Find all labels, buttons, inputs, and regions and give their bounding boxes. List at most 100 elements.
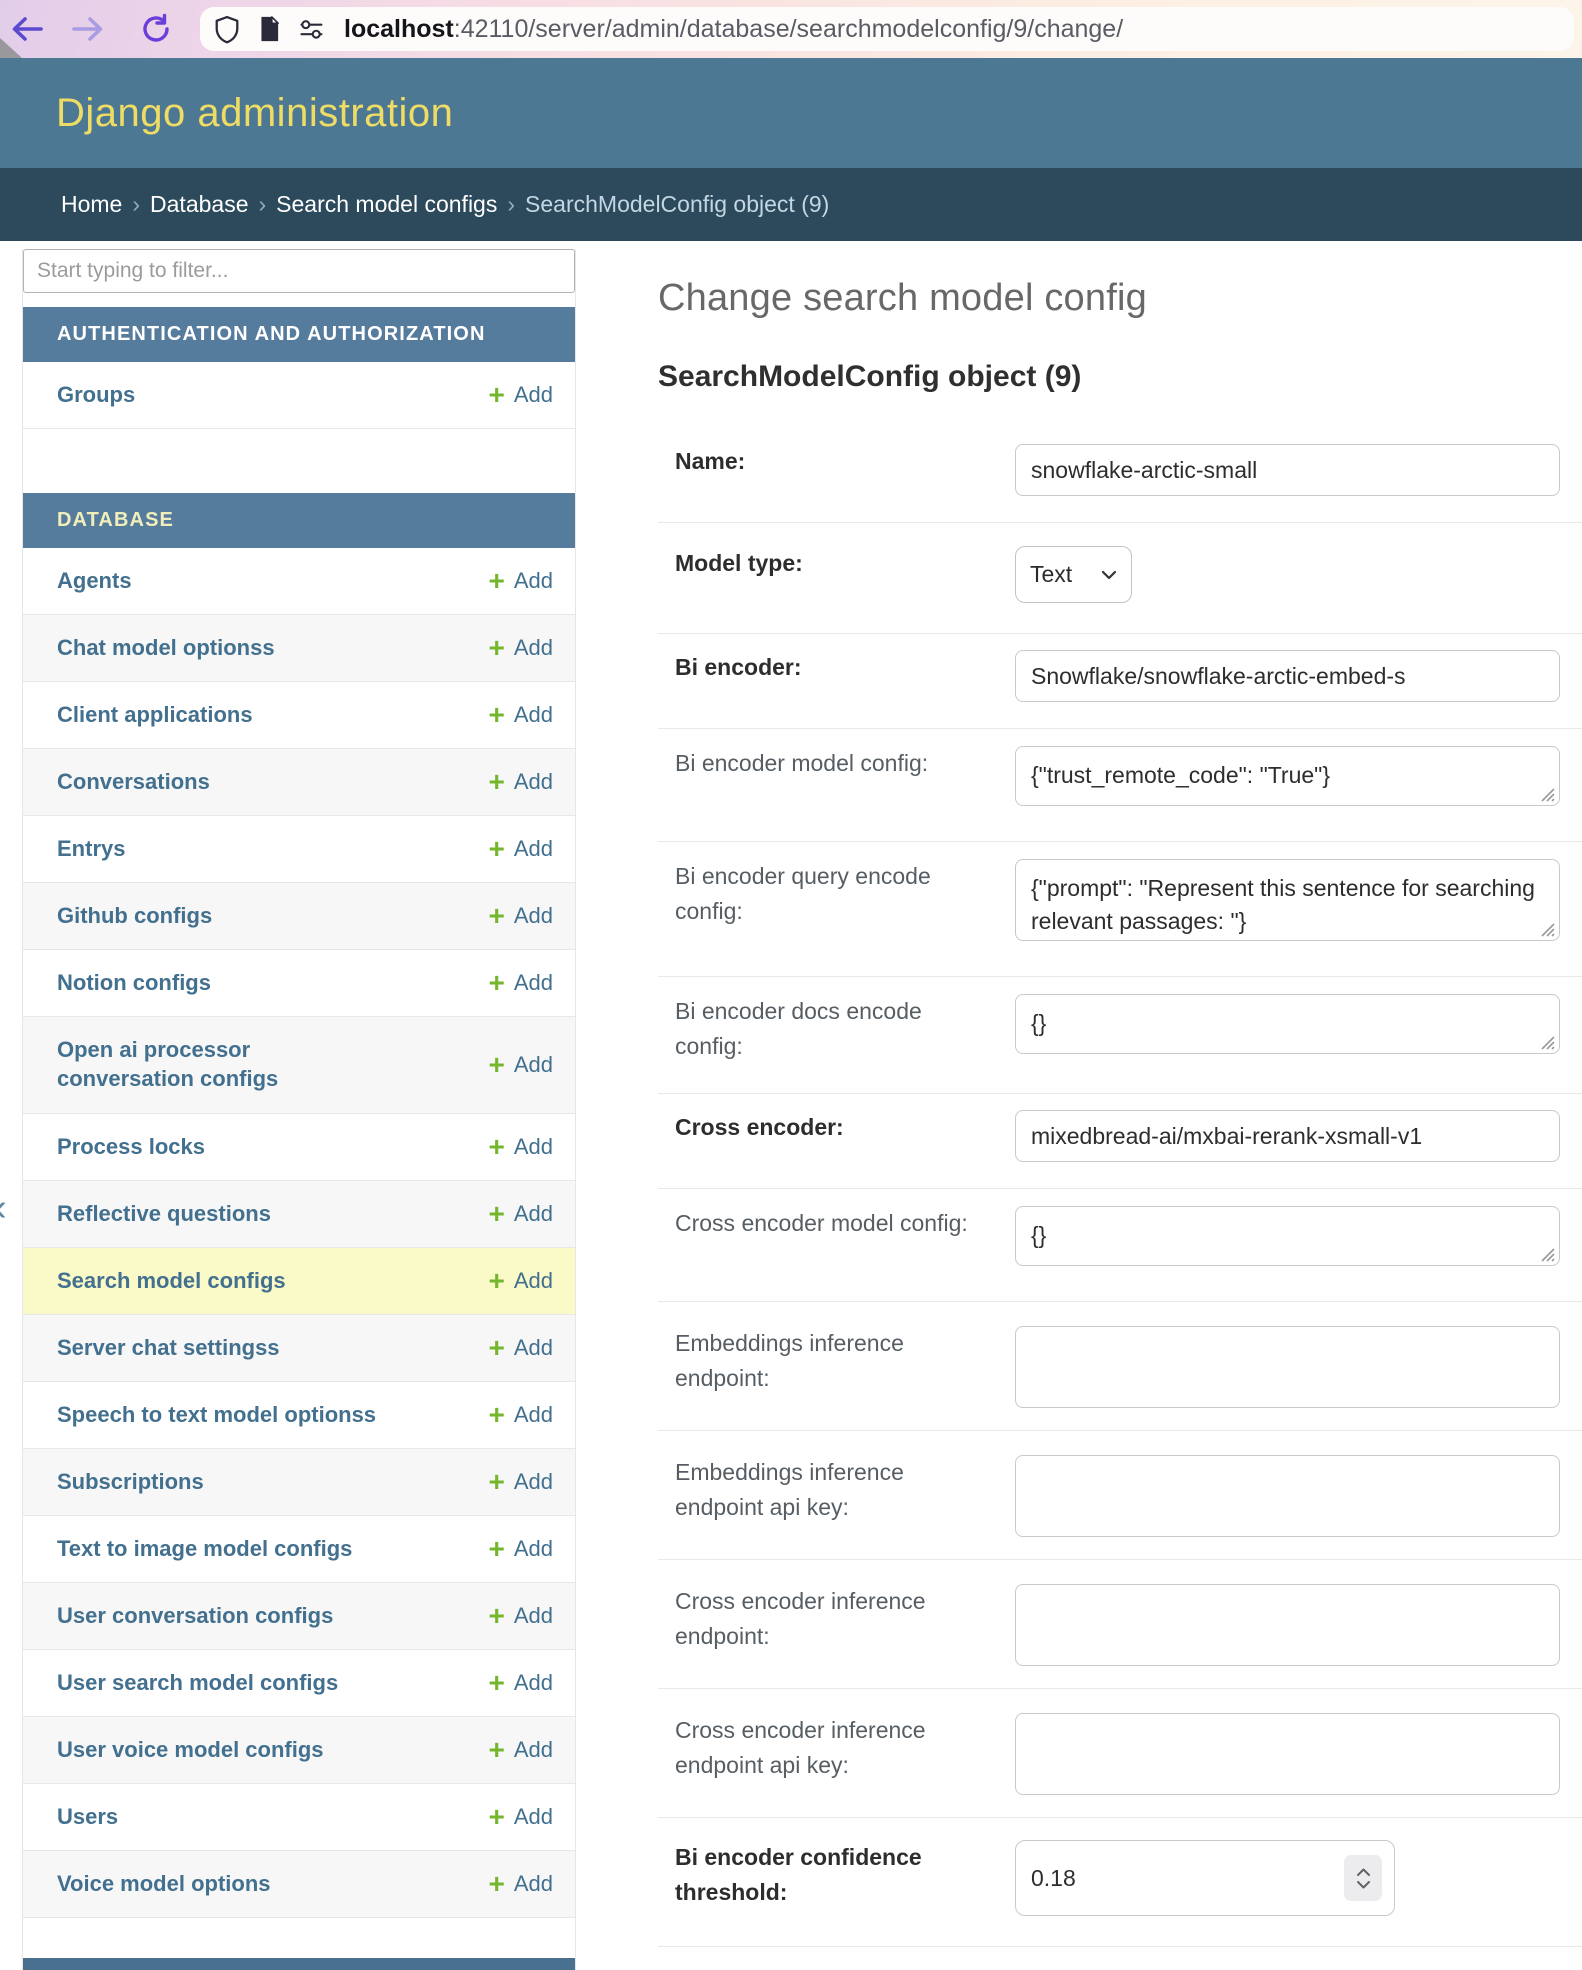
field-label: Cross encoder: xyxy=(675,1110,844,1145)
browser-forward-button[interactable] xyxy=(66,1,110,57)
sidebar-model-link[interactable]: Notion configs xyxy=(57,969,211,998)
page-title: Change search model config xyxy=(658,277,1582,320)
url-bar[interactable]: localhost:42110/server/admin/database/se… xyxy=(200,7,1574,51)
sidebar-model-row: Server chat settingss +Add xyxy=(23,1315,575,1382)
plus-icon: + xyxy=(488,1401,504,1429)
endpoint-input[interactable] xyxy=(1015,1713,1560,1795)
plus-icon: + xyxy=(488,701,504,729)
endpoint-input[interactable] xyxy=(1015,1584,1560,1666)
field-label-col: Cross encoder model config: xyxy=(658,1206,1015,1271)
browser-back-button[interactable] xyxy=(5,1,49,57)
sidebar-model-row: Text to image model configs +Add xyxy=(23,1516,575,1583)
number-input[interactable]: 0.18 xyxy=(1015,1840,1395,1916)
sidebar-model-link[interactable]: Chat model optionss xyxy=(57,634,275,663)
add-link[interactable]: +Add xyxy=(488,1401,553,1429)
field-label: Embeddings inference endpoint api key: xyxy=(675,1455,975,1524)
add-link[interactable]: +Add xyxy=(488,1602,553,1630)
sidebar-model-link[interactable]: Search model configs xyxy=(57,1267,286,1296)
add-link-label: Add xyxy=(514,568,553,594)
add-link[interactable]: +Add xyxy=(488,701,553,729)
endpoint-input[interactable] xyxy=(1015,1326,1560,1408)
json-textarea[interactable]: {"prompt": "Represent this sentence for … xyxy=(1015,859,1560,941)
site-title-link[interactable]: Django administration xyxy=(56,91,453,136)
add-link[interactable]: +Add xyxy=(488,1870,553,1898)
sidebar-model-link[interactable]: Conversations xyxy=(57,768,210,797)
stepper-up-icon xyxy=(1356,1868,1371,1877)
add-link[interactable]: +Add xyxy=(488,381,553,409)
json-textarea[interactable]: {"trust_remote_code": "True"} xyxy=(1015,746,1560,806)
back-arrow-icon xyxy=(10,14,44,44)
breadcrumb-link[interactable]: Home xyxy=(61,191,122,217)
add-link[interactable]: +Add xyxy=(488,1051,553,1079)
sidebar-model-row: Search model configs +Add xyxy=(23,1248,575,1315)
json-textarea[interactable]: {} xyxy=(1015,994,1560,1054)
url-text[interactable]: localhost:42110/server/admin/database/se… xyxy=(344,15,1123,44)
field-label: Cross encoder inference endpoint api key… xyxy=(675,1713,975,1782)
sidebar-model-link[interactable]: Github configs xyxy=(57,902,212,931)
add-link[interactable]: +Add xyxy=(488,1736,553,1764)
field-control-col: {} xyxy=(1015,994,1582,1063)
sidebar-filter-input[interactable] xyxy=(23,249,575,293)
plus-icon: + xyxy=(488,1535,504,1563)
sidebar-model-link[interactable]: Groups xyxy=(57,381,135,410)
sidebar-model-link[interactable]: Entrys xyxy=(57,835,125,864)
add-link[interactable]: +Add xyxy=(488,1267,553,1295)
sidebar-model-row: Groups +Add xyxy=(23,362,575,429)
sidebar-model-link[interactable]: Agents xyxy=(57,567,132,596)
add-link[interactable]: +Add xyxy=(488,1535,553,1563)
add-link[interactable]: +Add xyxy=(488,768,553,796)
add-link[interactable]: +Add xyxy=(488,969,553,997)
plus-icon: + xyxy=(488,1736,504,1764)
sidebar-model-link[interactable]: Open ai processor conversation configs xyxy=(57,1036,307,1093)
plus-icon: + xyxy=(488,1267,504,1295)
add-link[interactable]: +Add xyxy=(488,634,553,662)
sidebar-model-link[interactable]: Speech to text model optionss xyxy=(57,1401,376,1430)
sidebar-model-link[interactable]: User voice model configs xyxy=(57,1736,324,1765)
sidebar-model-link[interactable]: Users xyxy=(57,1803,118,1832)
model-type-select[interactable]: Text xyxy=(1015,546,1132,603)
add-link[interactable]: +Add xyxy=(488,1133,553,1161)
text-input[interactable] xyxy=(1015,1110,1560,1162)
field-label: Cross encoder inference endpoint: xyxy=(675,1584,975,1653)
sidebar-model-link[interactable]: Process locks xyxy=(57,1133,205,1162)
plus-icon: + xyxy=(488,1803,504,1831)
add-link[interactable]: +Add xyxy=(488,902,553,930)
sidebar-model-link[interactable]: Voice model options xyxy=(57,1870,271,1899)
endpoint-input[interactable] xyxy=(1015,1455,1560,1537)
json-textarea[interactable]: {} xyxy=(1015,1206,1560,1266)
add-link[interactable]: +Add xyxy=(488,1669,553,1697)
add-link[interactable]: +Add xyxy=(488,1334,553,1362)
sidebar-model-link[interactable]: User search model configs xyxy=(57,1669,338,1698)
field-label-col: Cross encoder: xyxy=(658,1110,1015,1162)
text-input[interactable] xyxy=(1015,650,1560,702)
sidebar-model-link[interactable]: Subscriptions xyxy=(57,1468,204,1497)
sidebar-model-link[interactable]: User conversation configs xyxy=(57,1602,333,1631)
sidebar-model-link[interactable]: Text to image model configs xyxy=(57,1535,352,1564)
sidebar-toggle[interactable]: ‹ xyxy=(0,1189,7,1227)
sidebar-section-header: DATABASE xyxy=(23,493,575,548)
breadcrumb-link[interactable]: Database xyxy=(150,191,248,217)
add-link[interactable]: +Add xyxy=(488,1803,553,1831)
add-link[interactable]: +Add xyxy=(488,1200,553,1228)
add-link-label: Add xyxy=(514,1670,553,1696)
add-link[interactable]: +Add xyxy=(488,567,553,595)
plus-icon: + xyxy=(488,969,504,997)
number-stepper[interactable] xyxy=(1344,1855,1382,1901)
add-link[interactable]: +Add xyxy=(488,1468,553,1496)
browser-refresh-button[interactable] xyxy=(134,1,178,57)
text-input[interactable] xyxy=(1015,444,1560,496)
add-link[interactable]: +Add xyxy=(488,835,553,863)
shield-icon[interactable] xyxy=(214,16,240,42)
field-label-col: Name: xyxy=(658,444,1015,496)
page-icon[interactable] xyxy=(256,16,282,42)
plus-icon: + xyxy=(488,381,504,409)
sidebar-model-link[interactable]: Reflective questions xyxy=(57,1200,271,1229)
sidebar-model-link[interactable]: Client applications xyxy=(57,701,253,730)
breadcrumb-link[interactable]: Search model configs xyxy=(276,191,497,217)
field-label: Bi encoder query encode config: xyxy=(675,859,975,928)
permission-toggles-icon[interactable] xyxy=(298,16,324,42)
sidebar-model-row: Notion configs +Add xyxy=(23,950,575,1017)
page-content: ‹ AUTHENTICATION AND AUTHORIZATIONGroups… xyxy=(0,241,1582,1970)
sidebar-model-row: Users +Add xyxy=(23,1784,575,1851)
sidebar-model-link[interactable]: Server chat settingss xyxy=(57,1334,280,1363)
